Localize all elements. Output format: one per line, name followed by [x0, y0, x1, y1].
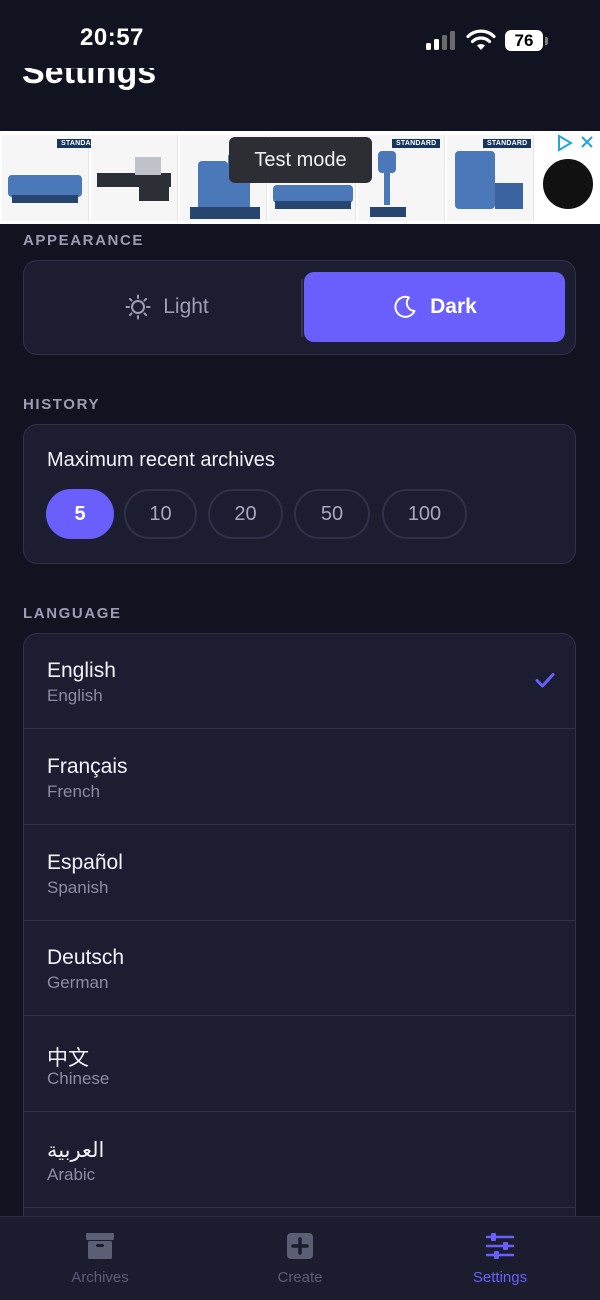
theme-dark-option[interactable]: Dark	[304, 272, 565, 342]
archive-limit-100-button[interactable]: 100	[382, 489, 467, 539]
status-time: 20:57	[80, 24, 144, 51]
language-native-name: Español	[47, 851, 123, 874]
battery-cap	[545, 37, 548, 45]
archive-limit-10-button[interactable]: 10	[124, 489, 197, 539]
test-mode-tooltip: Test mode	[229, 137, 372, 183]
plus-square-icon	[287, 1233, 313, 1259]
language-row-chinese[interactable]: 中文 Chinese	[24, 1017, 575, 1112]
language-english-name: German	[47, 973, 109, 992]
moon-icon	[394, 295, 416, 318]
language-english-name: Chinese	[47, 1069, 110, 1088]
ad-choices-icon[interactable]	[556, 134, 574, 152]
archive-limit-20-button[interactable]: 20	[208, 489, 283, 539]
appearance-card: Light Dark	[23, 260, 576, 355]
language-english-name: Spanish	[47, 878, 109, 897]
tab-bar: Archives Create Settings	[0, 1216, 600, 1300]
section-label-appearance: APPEARANCE	[23, 232, 145, 249]
battery-indicator: 76	[505, 30, 543, 51]
ad-product-image[interactable]: STANDARD	[2, 135, 106, 221]
sun-icon	[125, 294, 151, 320]
theme-divider	[301, 279, 303, 337]
language-list: English English Français French Español …	[23, 633, 576, 1233]
wifi-icon	[466, 29, 496, 50]
tab-archives[interactable]: Archives	[0, 1217, 200, 1300]
language-row-arabic[interactable]: العربية Arabic	[24, 1113, 575, 1208]
language-native-name: English	[47, 659, 116, 682]
history-card: Maximum recent archives 5 10 20 50 100	[23, 424, 576, 564]
tab-create-label: Create	[277, 1269, 323, 1286]
language-row-english[interactable]: English English	[24, 634, 575, 729]
archive-limit-50-button[interactable]: 50	[294, 489, 370, 539]
tab-settings[interactable]: Settings	[400, 1217, 600, 1300]
language-row-spanish[interactable]: Español Spanish	[24, 826, 575, 921]
tab-create[interactable]: Create	[200, 1217, 400, 1300]
ad-product-image[interactable]	[91, 135, 178, 221]
archive-box-icon	[86, 1233, 114, 1259]
checkmark-icon	[535, 673, 555, 688]
tab-archives-label: Archives	[71, 1269, 129, 1286]
language-native-name: العربية	[47, 1139, 105, 1162]
language-english-name: English	[47, 686, 103, 705]
section-label-history: HISTORY	[23, 396, 101, 413]
max-recent-archives-label: Maximum recent archives	[47, 449, 275, 471]
archive-limit-5-button[interactable]: 5	[46, 489, 114, 539]
tab-settings-label: Settings	[472, 1269, 528, 1286]
sliders-icon	[485, 1233, 515, 1259]
theme-light-label: Light	[163, 295, 209, 318]
language-english-name: Arabic	[47, 1165, 96, 1184]
language-native-name: 中文	[47, 1047, 89, 1070]
section-label-language: LANGUAGE	[23, 605, 122, 622]
language-native-name: Français	[47, 755, 128, 778]
language-row-german[interactable]: Deutsch German	[24, 921, 575, 1016]
cellular-signal-icon	[426, 30, 458, 50]
language-english-name: French	[47, 782, 100, 801]
language-row-french[interactable]: Français French	[24, 730, 575, 825]
theme-dark-label: Dark	[430, 295, 477, 318]
ad-close-icon[interactable]	[580, 135, 594, 149]
ad-product-image[interactable]: STANDARD	[447, 135, 534, 221]
theme-light-option[interactable]: Light	[34, 272, 300, 342]
page-title: Settings	[22, 68, 157, 91]
advertiser-logo-icon[interactable]	[540, 156, 596, 212]
language-native-name: Deutsch	[47, 946, 125, 969]
